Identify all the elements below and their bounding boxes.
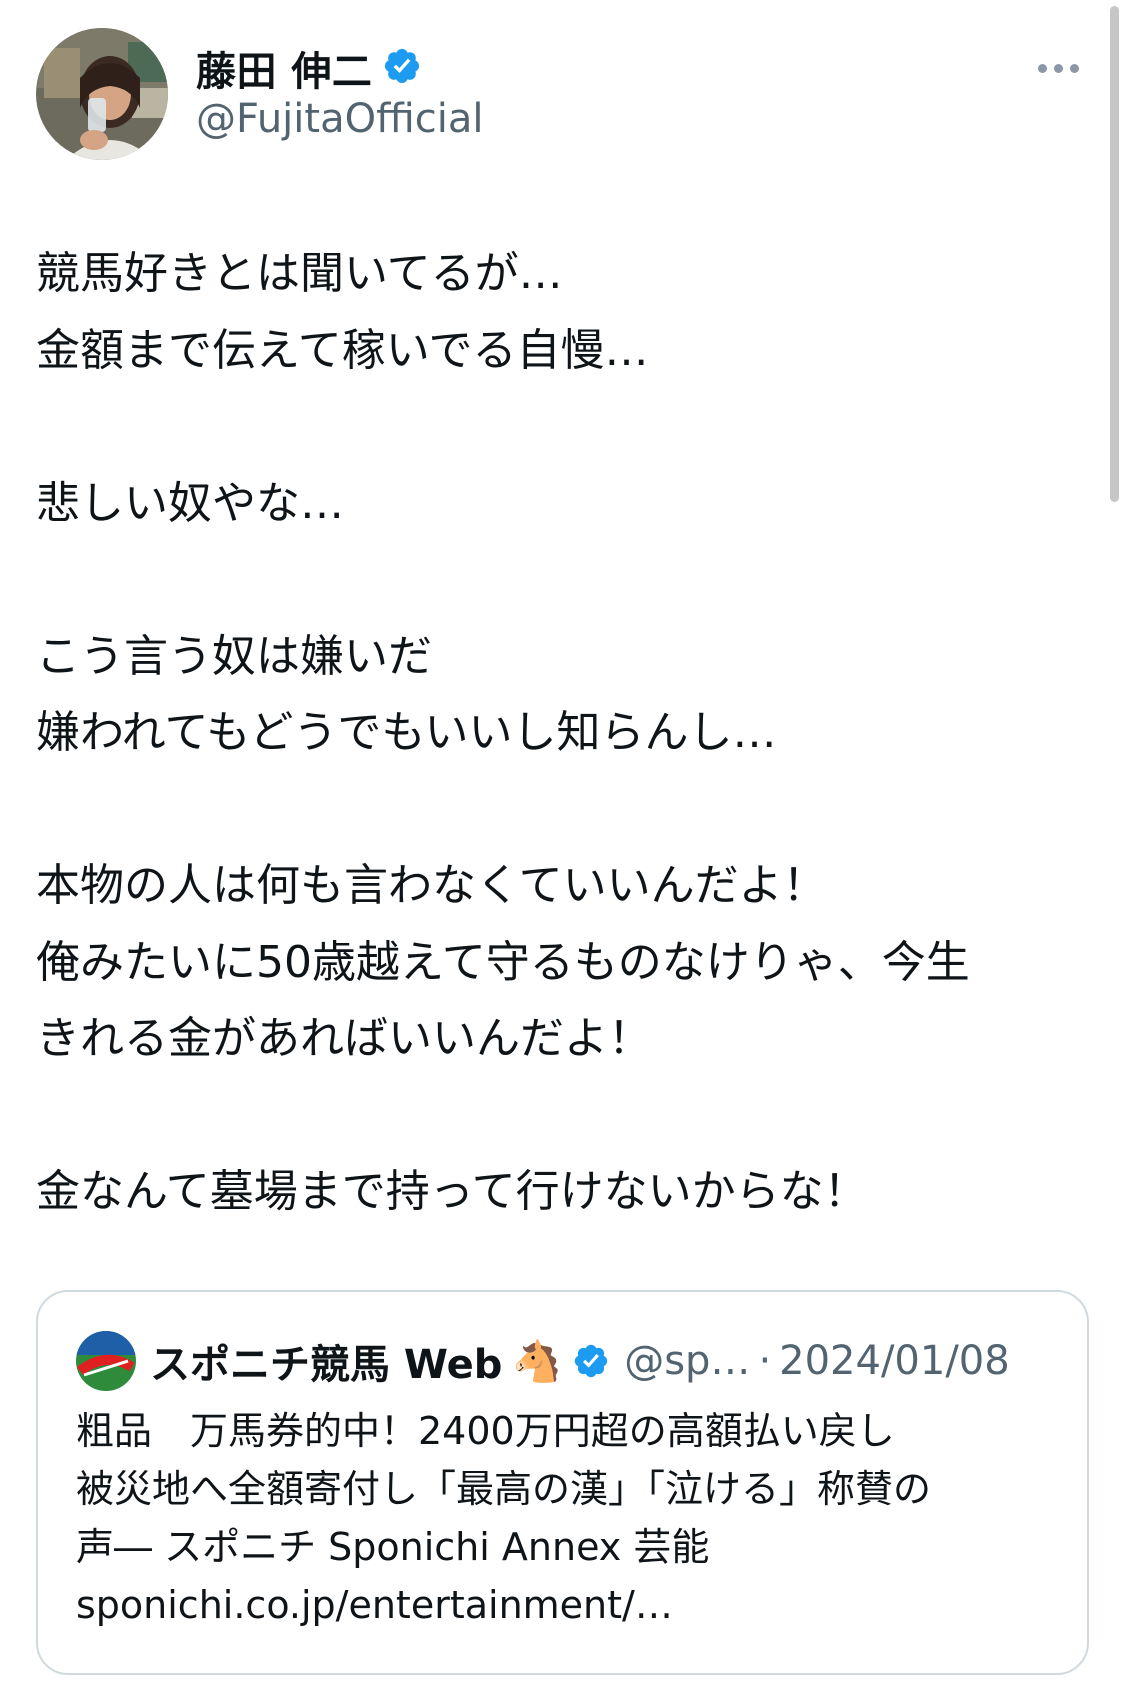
author-handle[interactable]: @FujitaOfficial xyxy=(196,96,483,142)
more-options-button[interactable] xyxy=(1029,52,1087,84)
scrollbar[interactable] xyxy=(1110,6,1119,502)
quoted-tweet-text: 粗品 万馬券的中！2400万円超の高額払い戻し 被災地へ全額寄付し「最高の漢」「… xyxy=(76,1409,932,1627)
more-dot xyxy=(1069,63,1079,73)
quoted-tweet-header: スポニチ競馬 Web 🐴 @sp… · 2024/01/08 xyxy=(76,1328,1056,1394)
author-avatar[interactable] xyxy=(36,28,168,160)
quoted-tweet-card[interactable]: スポニチ競馬 Web 🐴 @sp… · 2024/01/08 粗品 万馬券的中！… xyxy=(36,1290,1089,1675)
verified-badge-icon xyxy=(382,46,422,90)
author-name[interactable]: 藤田 伸二 xyxy=(196,39,372,97)
quoted-author-name[interactable]: スポニチ競馬 Web xyxy=(150,1332,502,1390)
more-horizontal-icon xyxy=(1037,63,1047,73)
quoted-verified-badge-icon xyxy=(572,1342,610,1380)
quoted-date[interactable]: 2024/01/08 xyxy=(779,1338,1010,1384)
quoted-author-handle[interactable]: @sp… xyxy=(624,1338,750,1384)
author-name-row: 藤田 伸二 xyxy=(196,40,422,96)
separator-dot: · xyxy=(758,1338,772,1384)
quoted-author-avatar[interactable] xyxy=(76,1331,136,1391)
horse-emoji-icon: 🐴 xyxy=(512,1338,563,1385)
more-dot xyxy=(1053,63,1063,73)
tweet-text: 競馬好きとは聞いてるが… 金額まで伝えて稼いでる自慢… 悲しい奴やな… こう言う… xyxy=(36,248,970,1217)
